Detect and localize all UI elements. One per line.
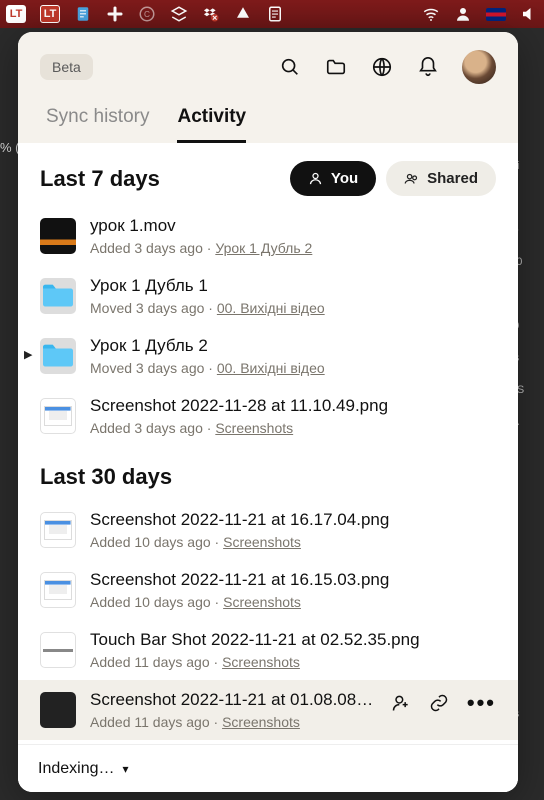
activity-item-path[interactable]: Screenshots: [222, 654, 300, 670]
globe-icon[interactable]: [370, 55, 394, 79]
drive-icon[interactable]: [234, 5, 252, 23]
activity-item-title: Touch Bar Shot 2022-11-21 at 02.52.35.pn…: [90, 630, 496, 650]
bell-icon[interactable]: [416, 55, 440, 79]
popover-body: Last 7 daysYou Shared урок 1.mov Added 3 da…: [18, 143, 518, 792]
inbox-icon[interactable]: [170, 5, 188, 23]
section-header: Last 7 daysYou Shared: [18, 143, 518, 206]
activity-item[interactable]: Touch Bar Shot 2022-11-21 at 02.52.35.pn…: [18, 620, 518, 680]
dropbox-icon[interactable]: [202, 5, 220, 23]
section-header: Last 30 days: [18, 446, 518, 500]
activity-item-main: урок 1.mov Added 3 days ago · Урок 1 Дубл…: [90, 216, 496, 256]
tab-sync-history[interactable]: Sync history: [46, 106, 149, 143]
filter-you[interactable]: You: [290, 161, 376, 196]
activity-item[interactable]: урок 1.mov Added 3 days ago · Урок 1 Дубл…: [18, 206, 518, 266]
user-icon[interactable]: [454, 5, 472, 23]
activity-item[interactable]: Screenshot 2022-11-21 at 16.15.03.png Add…: [18, 560, 518, 620]
wifi-icon[interactable]: [422, 5, 440, 23]
activity-item-title: Урок 1 Дубль 1: [90, 276, 496, 296]
folder-thumb: [40, 278, 76, 314]
popover-header: Beta Sync history Activity: [18, 32, 518, 143]
tab-bar: Sync history Activity: [40, 106, 496, 143]
activity-item-path[interactable]: Screenshots: [223, 534, 301, 550]
status-footer: Indexing… ▾: [18, 744, 518, 792]
clipboard-list-icon[interactable]: [74, 5, 92, 23]
bar-thumb: [40, 632, 76, 668]
activity-item-title: Screenshot 2022-11-28 at 11.10.49.png: [90, 396, 496, 416]
activity-item-title: Screenshot 2022-11-21 at 16.15.03.png: [90, 570, 496, 590]
activity-item-sub: Added 3 days ago · Урок 1 Дубль 2: [90, 240, 496, 256]
activity-item[interactable]: Screenshot 2022-11-28 at 11.10.49.png Add…: [18, 386, 518, 446]
activity-item-main: Screenshot 2022-11-21 at 01.08.08.png Add…: [90, 690, 377, 730]
activity-item-title: Screenshot 2022-11-21 at 01.08.08.png: [90, 690, 377, 710]
folder-icon[interactable]: [324, 55, 348, 79]
activity-item-path[interactable]: Screenshots: [222, 714, 300, 730]
activity-item-sub: Added 10 days ago · Screenshots: [90, 594, 496, 610]
dropbox-popover: Beta Sync history Activity Last 7 daysYo…: [18, 32, 518, 792]
activity-item[interactable]: Screenshot 2022-11-21 at 01.08.08.png Add…: [18, 680, 518, 740]
activity-item-sub: Added 11 days ago · Screenshots: [90, 714, 377, 730]
activity-item-path[interactable]: Урок 1 Дубль 2: [215, 240, 312, 256]
activity-item-sub: Added 10 days ago · Screenshots: [90, 534, 496, 550]
search-icon[interactable]: [278, 55, 302, 79]
activity-item[interactable]: Урок 1 Дубль 1 Moved 3 days ago · 00. Вих…: [18, 266, 518, 326]
shot-thumb: [40, 398, 76, 434]
activity-item-main: Touch Bar Shot 2022-11-21 at 02.52.35.pn…: [90, 630, 496, 670]
activity-item-path[interactable]: Screenshots: [223, 594, 301, 610]
dark-thumb: [40, 692, 76, 728]
filter-shared[interactable]: Shared: [386, 161, 496, 196]
activity-item[interactable]: ▶ Урок 1 Дубль 2 Moved 3 days ago · 00. Ви…: [18, 326, 518, 386]
status-text: Indexing…: [38, 760, 115, 778]
activity-item-path[interactable]: Screenshots: [215, 420, 293, 436]
activity-item-main: Screenshot 2022-11-21 at 16.17.04.png Add…: [90, 510, 496, 550]
activity-item-main: Screenshot 2022-11-28 at 11.10.49.png Add…: [90, 396, 496, 436]
row-actions: •••: [391, 690, 496, 716]
activity-item-title: Урок 1 Дубль 2: [90, 336, 496, 356]
activity-item-title: урок 1.mov: [90, 216, 496, 236]
svg-text:C: C: [144, 10, 150, 19]
flag-uk-icon[interactable]: [486, 8, 506, 21]
link-icon[interactable]: [429, 693, 449, 713]
activity-item-title: Screenshot 2022-11-21 at 16.17.04.png: [90, 510, 496, 530]
more-icon[interactable]: •••: [467, 690, 496, 716]
lt-icon[interactable]: LT: [6, 5, 26, 23]
activity-scroll[interactable]: Last 7 daysYou Shared урок 1.mov Added 3 da…: [18, 143, 518, 792]
plus-icon[interactable]: [106, 5, 124, 23]
activity-item-sub: Moved 3 days ago · 00. Вихідні відео: [90, 360, 496, 376]
system-menubar: LT LT C: [0, 0, 544, 28]
activity-item-main: Урок 1 Дубль 2 Moved 3 days ago · 00. Вих…: [90, 336, 496, 376]
circle-c-icon[interactable]: C: [138, 5, 156, 23]
section-title: Last 30 days: [40, 464, 496, 490]
activity-item-main: Урок 1 Дубль 1 Moved 3 days ago · 00. Вих…: [90, 276, 496, 316]
shot-thumb: [40, 512, 76, 548]
activity-item[interactable]: Screenshot 2022-11-21 at 16.17.04.png Add…: [18, 500, 518, 560]
lt-icon-alt[interactable]: LT: [40, 5, 60, 23]
share-user-icon[interactable]: [391, 693, 411, 713]
tab-activity[interactable]: Activity: [177, 106, 246, 143]
chevron-down-icon[interactable]: ▾: [123, 762, 129, 776]
folder-thumb: [40, 338, 76, 374]
activity-item-path[interactable]: 00. Вихідні відео: [217, 300, 325, 316]
activity-item-path[interactable]: 00. Вихідні відео: [217, 360, 325, 376]
activity-item-sub: Moved 3 days ago · 00. Вихідні відео: [90, 300, 496, 316]
avatar[interactable]: [462, 50, 496, 84]
section-title: Last 7 days: [40, 166, 290, 192]
activity-item-main: Screenshot 2022-11-21 at 16.15.03.png Add…: [90, 570, 496, 610]
video-thumb: [40, 218, 76, 254]
beta-badge: Beta: [40, 54, 93, 80]
notes-icon[interactable]: [266, 5, 284, 23]
activity-item-sub: Added 11 days ago · Screenshots: [90, 654, 496, 670]
expand-caret-icon[interactable]: ▶: [24, 348, 32, 361]
volume-icon[interactable]: [520, 5, 538, 23]
shot-thumb: [40, 572, 76, 608]
activity-item-sub: Added 3 days ago · Screenshots: [90, 420, 496, 436]
